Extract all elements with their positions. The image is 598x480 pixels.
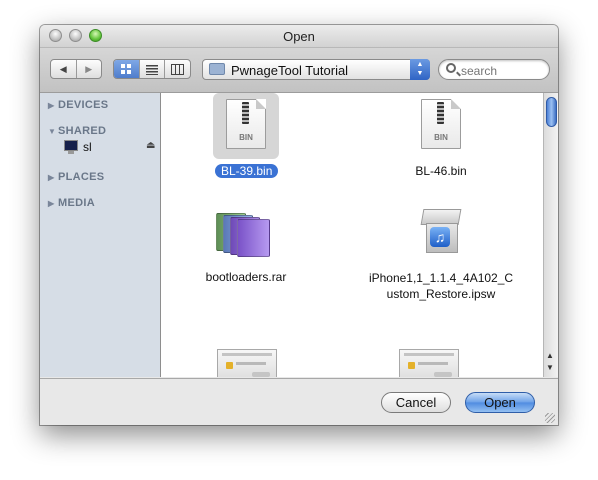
resize-grip-icon[interactable] [545,413,555,423]
location-popup[interactable]: PwnageTool Tutorial ▲ ▼ [202,59,430,80]
scroll-up-icon[interactable]: ▲ [546,351,554,360]
sidebar-section-media[interactable]: ▶ MEDIA [48,197,95,209]
button-bar: Cancel Open [40,378,558,425]
open-button[interactable]: Open [465,392,535,413]
file-item-bootloaders[interactable]: bootloaders.rar [191,203,301,284]
icon-view-icon [121,64,132,74]
back-button[interactable]: ◀ [51,60,77,78]
file-name: BL-39.bin [215,164,279,178]
disclosure-collapsed-icon[interactable]: ▶ [48,199,58,208]
sidebar-section-places[interactable]: ▶ PLACES [48,171,104,183]
forward-button[interactable]: ▶ [77,60,102,78]
popup-arrows-icon: ▲ ▼ [410,59,430,80]
column-view-button[interactable] [165,60,190,78]
file-item-bl-46[interactable]: BIN BL-46.bin [401,93,481,183]
sidebar: ▶ DEVICES ▼ SHARED sl ⏏ ▶ PLACES ▶ MEDIA [40,93,161,377]
location-label: PwnageTool Tutorial [231,63,349,78]
sidebar-section-shared[interactable]: ▼ SHARED [48,125,106,137]
file-name: bootloaders.rar [205,270,287,284]
title-bar[interactable]: Open [40,25,558,48]
search-icon [446,63,456,73]
bin-file-icon: BIN [421,99,461,149]
forward-arrow-icon: ▶ [85,63,93,74]
toolbar: ◀ ▶ PwnageTool Tutorial ▲ ▼ search [40,48,558,93]
file-browser: BIN BL-39.bin BIN BL-46.bin bootloaders.… [161,93,543,377]
back-forward-control: ◀ ▶ [50,59,102,79]
file-name: BL-46.bin [415,164,467,178]
scroll-down-icon[interactable]: ▼ [546,363,554,372]
bin-file-icon: BIN [226,99,266,149]
list-view-button[interactable] [140,60,166,78]
screenshot-thumbnail-icon[interactable] [399,349,459,377]
window-title: Open [283,29,315,44]
disclosure-collapsed-icon[interactable]: ▶ [48,101,58,110]
sidebar-item-sl[interactable]: sl ⏏ [62,138,160,156]
file-name: iPhone1,1_1.1.4_4A102_C ustom_Restore.ip… [368,271,514,301]
screenshot-thumbnail-icon[interactable] [217,349,277,377]
sidebar-section-devices[interactable]: ▶ DEVICES [48,99,108,111]
column-view-icon [171,63,185,75]
disclosure-collapsed-icon[interactable]: ▶ [48,173,58,182]
archive-books-icon [216,209,276,259]
cancel-button[interactable]: Cancel [381,392,451,413]
vertical-scrollbar[interactable]: ▲ ▼ [543,93,558,377]
back-arrow-icon: ◀ [59,63,67,74]
folder-icon [209,63,225,75]
icon-view-button[interactable] [114,60,140,78]
file-item-ipsw[interactable]: ♫ iPhone1,1_1.1.4_4A102_C ustom_Restore.… [346,203,536,301]
open-dialog: Open ◀ ▶ PwnageTool Tutorial ▲ ▼ search … [40,25,558,425]
ipsw-cube-icon: ♫ [418,209,464,255]
view-mode-control [113,59,191,79]
scroll-thumb[interactable] [546,97,557,127]
disclosure-expanded-icon[interactable]: ▼ [48,127,58,136]
file-item-bl-39[interactable]: BIN BL-39.bin [211,93,281,183]
eject-icon[interactable]: ⏏ [146,140,155,151]
monitor-icon [64,140,78,154]
search-input[interactable] [459,62,549,79]
list-view-icon [146,64,158,75]
search-field[interactable] [438,59,550,80]
